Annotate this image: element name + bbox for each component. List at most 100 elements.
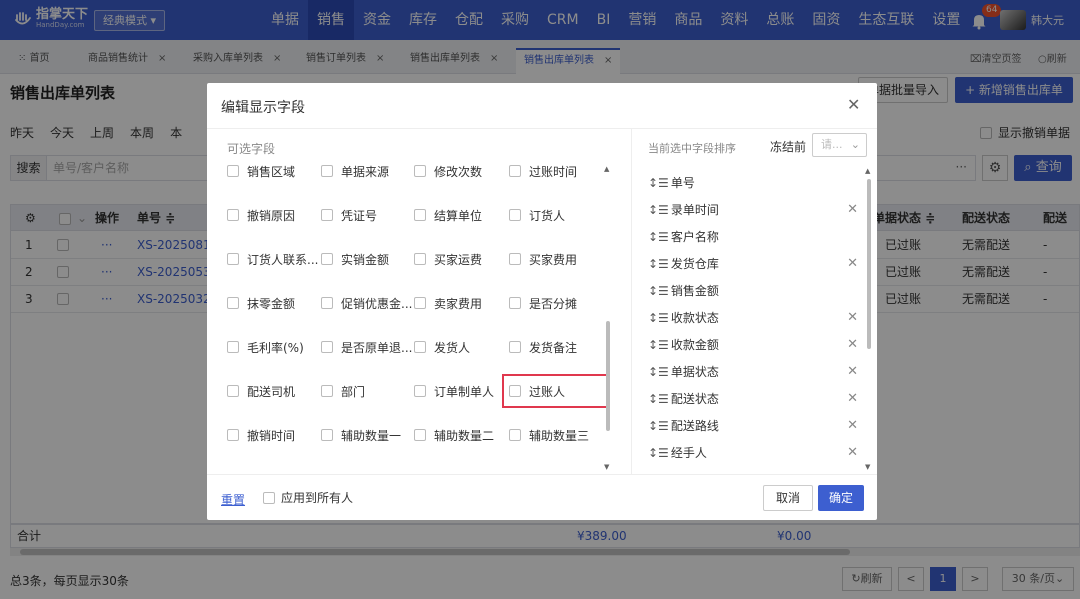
- field-option[interactable]: 客户等级: [321, 469, 415, 474]
- remove-icon[interactable]: ✕: [847, 362, 858, 382]
- checkbox[interactable]: [509, 209, 521, 221]
- checkbox[interactable]: [509, 253, 521, 265]
- selected-field-item[interactable]: ↕☰ 单据状态 ✕: [648, 362, 858, 382]
- field-option[interactable]: 过账时间: [509, 163, 603, 181]
- checkbox[interactable]: [414, 385, 426, 397]
- checkbox[interactable]: [509, 341, 521, 353]
- checkbox[interactable]: [414, 429, 426, 441]
- selected-field-item[interactable]: ↕☰ 客户名称: [648, 227, 858, 247]
- drag-handle-icon[interactable]: ↕☰: [648, 443, 669, 463]
- field-option[interactable]: 结算单位: [414, 205, 508, 225]
- field-option[interactable]: 抹零金额: [227, 293, 321, 313]
- remove-icon[interactable]: ✕: [847, 389, 858, 409]
- selected-field-item[interactable]: ↕☰ 发货仓库 ✕: [648, 254, 858, 274]
- checkbox[interactable]: [227, 165, 239, 177]
- field-option[interactable]: 促销优惠金...: [321, 293, 415, 313]
- checkbox[interactable]: [414, 253, 426, 265]
- drag-handle-icon[interactable]: ↕☰: [648, 254, 669, 274]
- checkbox[interactable]: [414, 341, 426, 353]
- field-option[interactable]: 发货人: [414, 337, 508, 357]
- field-option[interactable]: 辅助数量一: [321, 425, 415, 445]
- field-option[interactable]: 修改次数: [414, 163, 508, 181]
- field-option[interactable]: 辅助数量二: [414, 425, 508, 445]
- field-option[interactable]: 过账人: [502, 374, 610, 408]
- field-option[interactable]: 订货人联系...: [227, 249, 321, 269]
- selected-field-item[interactable]: ↕☰ 单号: [648, 173, 858, 193]
- selected-field-item[interactable]: ↕☰ 经手人 ✕: [648, 443, 858, 463]
- checkbox[interactable]: [414, 165, 426, 177]
- field-option[interactable]: 辅助数量三: [509, 425, 603, 445]
- drag-handle-icon[interactable]: ↕☰: [648, 335, 669, 355]
- checkbox[interactable]: [509, 297, 521, 309]
- checkbox[interactable]: [321, 253, 333, 265]
- field-option[interactable]: 实销金额: [321, 249, 415, 269]
- selected-field-item[interactable]: ↕☰ 收款状态 ✕: [648, 308, 858, 328]
- checkbox[interactable]: [321, 297, 333, 309]
- field-option[interactable]: 配送司机: [227, 381, 321, 401]
- field-option[interactable]: 销售区域: [227, 163, 321, 181]
- checkbox[interactable]: [509, 165, 521, 177]
- checkbox[interactable]: [509, 429, 521, 441]
- remove-icon[interactable]: ✕: [847, 416, 858, 436]
- checkbox[interactable]: [321, 341, 333, 353]
- checkbox[interactable]: [227, 429, 239, 441]
- selected-field-item[interactable]: ↕☰ 录单时间 ✕: [648, 200, 858, 220]
- cancel-button[interactable]: 取消: [763, 485, 813, 511]
- drag-handle-icon[interactable]: ↕☰: [648, 362, 669, 382]
- checkbox[interactable]: [227, 209, 239, 221]
- drag-handle-icon[interactable]: ↕☰: [648, 200, 669, 220]
- checkbox[interactable]: [321, 209, 333, 221]
- checkbox[interactable]: [321, 385, 333, 397]
- field-option[interactable]: 毛利率(%): [227, 337, 321, 357]
- selected-field-item[interactable]: ↕☰ 销售金额: [648, 281, 858, 301]
- field-option[interactable]: 发货备注: [509, 337, 603, 357]
- drag-handle-icon[interactable]: ↕☰: [648, 281, 669, 301]
- field-option[interactable]: 单据来源: [321, 163, 415, 181]
- field-option[interactable]: 撤销时间: [227, 425, 321, 445]
- scroll-up-icon[interactable]: ▲: [865, 167, 870, 175]
- checkbox[interactable]: [227, 297, 239, 309]
- scroll-down-icon[interactable]: ▼: [604, 463, 609, 471]
- field-option[interactable]: 配送备注: [509, 469, 603, 474]
- field-option[interactable]: 买家费用: [509, 249, 603, 269]
- checkbox[interactable]: [227, 385, 239, 397]
- available-fields-list[interactable]: 销售区域 单据来源 修改次数 过账时间撤销原因 凭证号 结算单位 订货人订货人联系... 实销…: [207, 163, 617, 473]
- field-option[interactable]: 凭证号: [321, 205, 415, 225]
- reset-link[interactable]: 重置: [221, 491, 245, 508]
- scrollbar-thumb[interactable]: [867, 179, 871, 349]
- field-option[interactable]: 订货人: [509, 205, 603, 225]
- field-option[interactable]: 订单制单人: [414, 381, 508, 401]
- checkbox[interactable]: [414, 297, 426, 309]
- field-option[interactable]: 部门: [321, 381, 415, 401]
- checkbox[interactable]: [509, 385, 521, 397]
- vertical-scrollbar[interactable]: ▲ ▼: [603, 163, 613, 473]
- scroll-down-icon[interactable]: ▼: [865, 463, 870, 471]
- checkbox[interactable]: [263, 491, 275, 504]
- drag-handle-icon[interactable]: ↕☰: [648, 308, 669, 328]
- scroll-up-icon[interactable]: ▲: [604, 165, 609, 173]
- field-option[interactable]: 关联拣货单: [414, 469, 508, 474]
- field-option[interactable]: 买家运费: [414, 249, 508, 269]
- selected-field-item[interactable]: ↕☰ 配送状态 ✕: [648, 389, 858, 409]
- field-option[interactable]: 卖家费用: [414, 293, 508, 313]
- checkbox[interactable]: [227, 341, 239, 353]
- field-option[interactable]: 配送明细: [227, 469, 321, 474]
- drag-handle-icon[interactable]: ↕☰: [648, 173, 669, 193]
- remove-icon[interactable]: ✕: [847, 443, 858, 463]
- field-option[interactable]: 是否分摊: [509, 293, 603, 313]
- remove-icon[interactable]: ✕: [847, 254, 858, 274]
- remove-icon[interactable]: ✕: [847, 308, 858, 328]
- drag-handle-icon[interactable]: ↕☰: [648, 389, 669, 409]
- scrollbar-thumb[interactable]: [606, 321, 610, 431]
- selected-field-item[interactable]: ↕☰ 配送路线 ✕: [648, 416, 858, 436]
- field-option[interactable]: 撤销原因: [227, 205, 321, 225]
- remove-icon[interactable]: ✕: [847, 200, 858, 220]
- field-option[interactable]: 是否原单退...: [321, 337, 415, 357]
- drag-handle-icon[interactable]: ↕☰: [648, 416, 669, 436]
- checkbox[interactable]: [227, 253, 239, 265]
- confirm-button[interactable]: 确定: [818, 485, 864, 511]
- selected-field-item[interactable]: ↕☰ 收款金额 ✕: [648, 335, 858, 355]
- remove-icon[interactable]: ✕: [847, 335, 858, 355]
- freeze-select[interactable]: 请... ⌄: [812, 133, 867, 157]
- checkbox[interactable]: [321, 165, 333, 177]
